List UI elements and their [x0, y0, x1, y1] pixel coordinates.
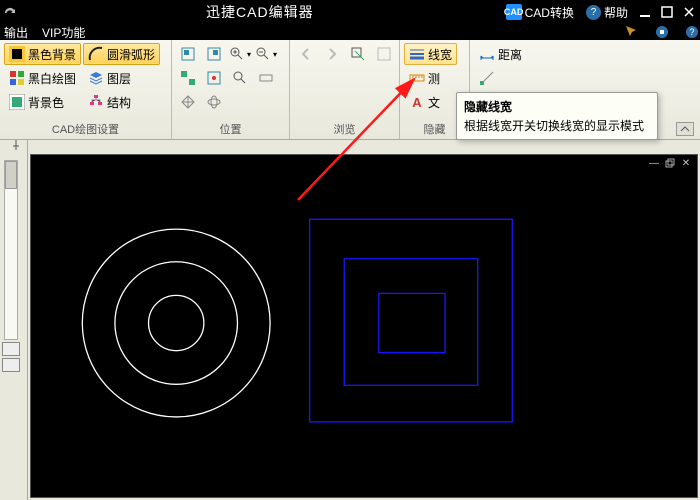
distance-button[interactable]: 距离 — [474, 43, 527, 65]
canvas-area: — ✕ — [28, 140, 700, 500]
redo-icon[interactable] — [0, 2, 20, 22]
help-button[interactable]: ? 帮助 — [580, 2, 634, 23]
pin-icon[interactable] — [0, 140, 27, 156]
bg-color-icon — [9, 94, 25, 110]
line-width-button[interactable]: 线宽 — [404, 43, 457, 65]
minimize-button[interactable] — [634, 3, 656, 21]
measure-icon-2 — [479, 70, 495, 86]
nav-back-button[interactable] — [294, 43, 318, 65]
titlebar: 迅捷CAD编辑器 CAD CAD转换 ? 帮助 — [0, 0, 700, 24]
pan-button[interactable] — [176, 91, 200, 113]
drawing-canvas[interactable]: — ✕ — [30, 154, 698, 498]
black-bg-button[interactable]: 黑色背景 — [4, 43, 81, 65]
structure-button[interactable]: 结构 — [83, 91, 160, 113]
structure-icon — [88, 94, 104, 110]
rail-down-button[interactable] — [2, 358, 20, 372]
panel-position-label: 位置 — [172, 120, 289, 139]
tooltip: 隐藏线宽 根据线宽开关切换线宽的显示模式 — [456, 92, 658, 140]
nav-fwd-button[interactable] — [320, 43, 344, 65]
bg-color-label: 背景色 — [28, 94, 64, 111]
line-width-icon — [409, 46, 425, 62]
canvas-close-button[interactable]: ✕ — [679, 157, 693, 169]
distance-icon — [479, 46, 495, 62]
canvas-min-button[interactable]: — — [647, 157, 661, 169]
canvas-restore-button[interactable] — [663, 157, 677, 169]
browse-btn-4[interactable] — [372, 43, 396, 65]
smooth-arc-button[interactable]: 圆滑弧形 — [83, 43, 160, 65]
tooltip-body: 根据线宽开关切换线宽的显示模式 — [464, 117, 650, 134]
text-icon: A — [409, 94, 425, 110]
browse-btn-3[interactable] — [346, 43, 370, 65]
line-width-label: 线宽 — [428, 46, 452, 63]
app-title: 迅捷CAD编辑器 — [20, 2, 500, 22]
tool-icon-1[interactable] — [624, 24, 640, 40]
menu-vip[interactable]: VIP功能 — [42, 24, 85, 41]
drawing-svg — [31, 155, 697, 497]
black-bg-icon — [9, 46, 25, 62]
scrollbar-thumb[interactable] — [5, 161, 17, 189]
ruler-icon — [409, 70, 425, 86]
panel-browse: 浏览 — [290, 40, 400, 139]
panel-position: ▾ ▾ 位置 — [172, 40, 290, 139]
pos-btn-5[interactable] — [176, 67, 200, 89]
layers-icon — [88, 70, 104, 86]
viewport-wrap: — ✕ — [0, 140, 700, 500]
cad-convert-label: CAD转换 — [525, 4, 574, 21]
text-button[interactable]: A 文 — [404, 91, 457, 113]
tool-icon-3[interactable]: ? — [684, 24, 700, 40]
arc-icon — [88, 46, 104, 62]
bw-drawing-label: 黑白绘图 — [28, 70, 76, 87]
menubar: 输出 VIP功能 ? — [0, 24, 700, 40]
measure-btn-2[interactable] — [474, 67, 527, 89]
measure-toggle-label: 测 — [428, 70, 440, 87]
cad-convert-button[interactable]: CAD CAD转换 — [500, 2, 580, 23]
layers-button[interactable]: 图层 — [83, 67, 160, 89]
pos-btn-2[interactable] — [202, 43, 226, 65]
smooth-arc-label: 圆滑弧形 — [107, 46, 155, 63]
palette-icon — [9, 70, 25, 86]
panel-cad-settings: 黑色背景 黑白绘图 背景色 圆滑弧形 图层 — [0, 40, 172, 139]
svg-text:?: ? — [689, 27, 694, 37]
pos-btn-1[interactable] — [176, 43, 200, 65]
panel-browse-label: 浏览 — [290, 120, 399, 139]
black-bg-label: 黑色背景 — [28, 46, 76, 63]
help-icon: ? — [586, 5, 601, 20]
side-rail — [0, 140, 28, 500]
zoom-in-button[interactable]: ▾ — [228, 43, 252, 65]
tool-icon-2[interactable] — [654, 24, 670, 40]
measure-toggle-button[interactable]: 测 — [404, 67, 457, 89]
tooltip-title: 隐藏线宽 — [464, 98, 650, 115]
menu-output[interactable]: 输出 — [4, 24, 28, 41]
pos-btn-10[interactable] — [202, 91, 226, 113]
bg-color-button[interactable]: 背景色 — [4, 91, 81, 113]
panel-cad-settings-label: CAD绘图设置 — [0, 120, 171, 139]
zoom-out-button[interactable]: ▾ — [254, 43, 278, 65]
bw-drawing-button[interactable]: 黑白绘图 — [4, 67, 81, 89]
collapse-ribbon-button[interactable] — [676, 122, 694, 136]
pos-btn-6[interactable] — [202, 67, 226, 89]
structure-label: 结构 — [107, 94, 131, 111]
close-button[interactable] — [678, 3, 700, 21]
layers-label: 图层 — [107, 70, 131, 87]
maximize-button[interactable] — [656, 3, 678, 21]
side-scrollbar[interactable] — [4, 160, 18, 340]
cad-icon: CAD — [506, 4, 522, 20]
text-label: 文 — [428, 94, 440, 111]
help-label: 帮助 — [604, 4, 628, 21]
distance-label: 距离 — [498, 46, 522, 63]
rail-up-button[interactable] — [2, 342, 20, 356]
pos-btn-8[interactable] — [254, 67, 278, 89]
zoom-fit-button[interactable] — [228, 67, 252, 89]
